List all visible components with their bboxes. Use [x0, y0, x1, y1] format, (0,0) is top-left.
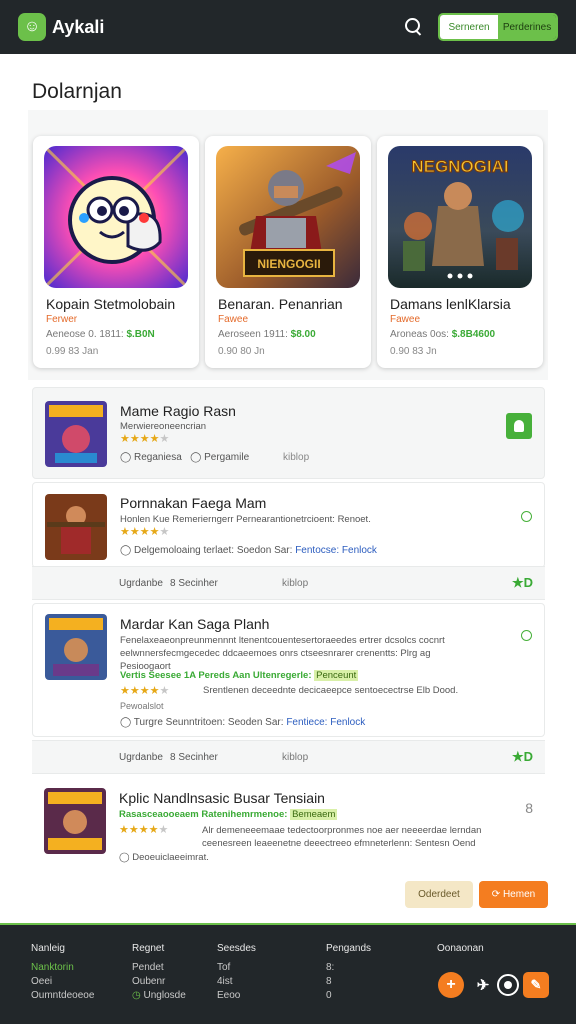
cancel-button[interactable]: Oderdeet: [405, 881, 473, 908]
footer-link[interactable]: Eeoo: [217, 990, 256, 1001]
featured-card[interactable]: Kopain Stetmolobain Ferwer Aeneose 0. 18…: [33, 136, 199, 368]
footer-link[interactable]: 8:: [326, 962, 371, 973]
footer-link[interactable]: 0: [326, 990, 371, 1001]
item-tags: ◯ Reganiesa ◯ Pergamile: [120, 452, 250, 463]
art-title-text: NEGNOGIAI: [411, 157, 508, 176]
card-subtitle: Fawee: [218, 314, 249, 325]
footer-column: Oonaonan: [437, 943, 484, 954]
tab-secondary[interactable]: Perderines: [498, 15, 556, 39]
favorite-icon[interactable]: ★D: [512, 749, 533, 765]
game-art-mascot: [44, 146, 188, 288]
target-icon[interactable]: [497, 974, 519, 996]
star-rating: ★★★★★: [120, 685, 170, 697]
top-bar: ☺ Aykali Serneren Perderines: [0, 0, 576, 54]
user-icon: [514, 420, 524, 432]
star-rating: ★★★★★: [120, 526, 170, 538]
footer-link[interactable]: 4ist: [217, 976, 256, 987]
footer-link[interactable]: Nanktorin: [31, 962, 94, 973]
card-meta: 0.99 83 Jan: [46, 346, 99, 357]
list-item[interactable]: Pornnakan Faega Mam Honlen Kue Remeriern…: [32, 482, 545, 568]
card-title: Kopain Stetmolobain: [46, 296, 176, 312]
featured-card[interactable]: NEGNOGIAI Damans lenlKlarsia Fawee Arone…: [377, 136, 543, 368]
item-status: kiblop: [283, 452, 310, 463]
footer-link[interactable]: 8: [326, 976, 371, 987]
brand-name: Aykali: [52, 16, 105, 37]
card-meta: 0.90 83 Jn: [390, 346, 437, 357]
page-title: Dolarnjan: [32, 80, 122, 103]
footer-column: Pengands 8: 8 0: [326, 943, 372, 1001]
add-icon[interactable]: +: [438, 972, 464, 998]
item-footer-bar: Ugrdanbe 8 Secinher kiblop ★D: [32, 740, 545, 774]
item-detail: Srentlenen deceednte decicaeepce sentoec…: [203, 685, 459, 696]
item-highlight: Vertis Seesee 1A Pereds Aan Ultenregerle…: [120, 670, 359, 681]
game-art-battle: NEGNOGIAI: [388, 146, 532, 288]
item-detail: Alr demeneeemaae tedectoorpronmes noe ae…: [202, 825, 482, 852]
card-price: Aeroseen 1911: $8.00: [218, 329, 316, 340]
card-title: Damans lenlKlarsia: [390, 296, 511, 312]
footer-column: Nanleig Nanktorin Oeei Oumntdeoeoe: [31, 943, 95, 1001]
item-title: Mame Ragio Rasn: [120, 403, 236, 419]
app-logo-icon[interactable]: ☺: [18, 13, 46, 41]
item-title: Kplic Nandlnsasic Busar Tensiain: [119, 790, 325, 806]
card-subtitle: Fawee: [390, 314, 421, 325]
item-info-row: ◯ Delgemoloaing terlaet: Soedon Sar: Fen…: [120, 545, 377, 556]
check-status-icon[interactable]: [521, 630, 532, 641]
item-extra: Pewoalslot: [120, 701, 164, 711]
item-highlight: Rasasceaooeaem Ratenihemrmenoe: Bemeaem: [119, 809, 338, 820]
card-meta: 0.90 80 Jn: [218, 346, 265, 357]
item-thumbnail: [44, 788, 106, 854]
tab-primary[interactable]: Serneren: [440, 15, 498, 39]
item-thumbnail: [45, 494, 107, 560]
edit-icon[interactable]: ✎: [523, 972, 549, 998]
footer-link[interactable]: Oeei: [31, 976, 94, 987]
check-status-icon[interactable]: [521, 511, 532, 522]
footer-column: Seesdes Tof 4ist Eeoo: [217, 943, 256, 1001]
notification-icon[interactable]: ✈: [470, 972, 496, 998]
item-footer-bar: Ugrdanbe 8 Secinher kiblop ★D: [32, 566, 545, 600]
item-description: Merwiereoneencrian: [120, 421, 207, 432]
header-segmented-control: Serneren Perderines: [438, 13, 558, 41]
search-icon[interactable]: [402, 16, 424, 38]
refresh-icon: ⟳: [491, 889, 503, 900]
favorite-icon[interactable]: ★D: [512, 575, 533, 591]
item-title: Mardar Kan Saga Planh: [120, 616, 270, 632]
card-price: Aroneas 0os: $.8B4600: [390, 329, 496, 340]
star-rating: ★★★★★: [120, 433, 170, 445]
list-item[interactable]: Mardar Kan Saga Planh Fenelaxeaeonpreunm…: [32, 603, 545, 737]
list-item[interactable]: Kplic Nandlnsasic Busar Tensiain Rasasce…: [32, 778, 545, 870]
item-thumbnail: [45, 401, 107, 467]
footer-link[interactable]: ◷ Unglosde: [132, 990, 186, 1001]
card-price: Aeneose 0. 1811: $.B0N: [46, 329, 155, 340]
list-item[interactable]: Mame Ragio Rasn Merwiereoneencrian ★★★★★…: [32, 387, 545, 479]
item-description: Honlen Kue Remerierngerr Pernearantionet…: [120, 514, 371, 525]
footer-link[interactable]: Oubenr: [132, 976, 186, 987]
download-button[interactable]: [506, 413, 532, 439]
item-thumbnail: [45, 614, 107, 680]
game-art-warrior: NIENGOGII: [216, 146, 360, 288]
footer-link[interactable]: Pendet: [132, 962, 186, 973]
featured-card[interactable]: NIENGOGII Benaran. Penanrian Fawee Aeros…: [205, 136, 371, 368]
card-subtitle: Ferwer: [46, 314, 78, 325]
item-info-row: ◯ Turgre Seunntritoen: Seoden Sar: Fenti…: [120, 717, 366, 728]
card-title: Benaran. Penanrian: [218, 296, 343, 312]
share-icon[interactable]: 8: [525, 800, 533, 816]
confirm-button[interactable]: ⟳ Hemen: [479, 881, 548, 908]
item-description: Fenelaxeaeonpreunmennnt ltenentcouentese…: [120, 635, 445, 672]
item-extra: ◯ Deoeuiclaeeimrat.: [119, 852, 209, 863]
footer-link[interactable]: Tof: [217, 962, 256, 973]
footer-link[interactable]: Oumntdeoeoe: [31, 990, 94, 1001]
art-banner-text: NIENGOGII: [257, 257, 320, 271]
star-rating: ★★★★★: [119, 824, 169, 836]
footer-column: Regnet Pendet Oubenr ◷ Unglosde: [132, 943, 186, 1001]
item-title: Pornnakan Faega Mam: [120, 495, 267, 511]
